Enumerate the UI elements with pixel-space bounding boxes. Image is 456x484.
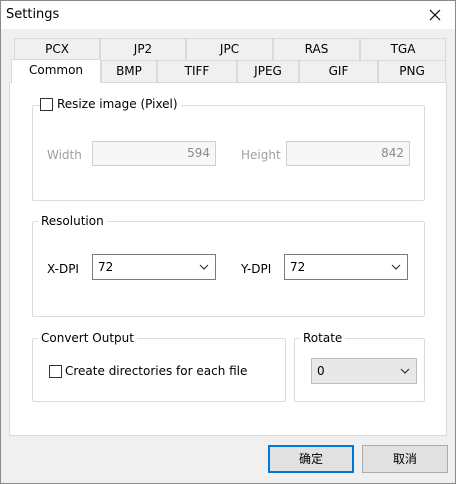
tab-label: PNG <box>399 64 425 78</box>
tab-label: BMP <box>116 64 142 78</box>
cancel-button[interactable]: 取消 <box>362 445 448 473</box>
settings-window: Settings PCX JP2 JPC RAS TGA Common BMP … <box>0 0 456 484</box>
tab-label: JPEG <box>254 64 282 78</box>
ydpi-value: 72 <box>290 260 306 274</box>
width-value: 594 <box>187 146 210 160</box>
create-directories-label: Create directories for each file <box>65 364 248 378</box>
ok-button[interactable]: 确定 <box>268 445 354 473</box>
width-label: Width <box>47 148 82 162</box>
tab-label: RAS <box>304 42 329 56</box>
tab-label: TGA <box>390 42 416 56</box>
tab-panel-common: Resize image (Pixel) Width 594 Height 84… <box>9 82 447 436</box>
tab-label: TIFF <box>184 64 210 78</box>
tab-label: JP2 <box>133 42 153 56</box>
chevron-down-icon <box>400 368 410 374</box>
height-label: Height <box>241 148 281 162</box>
resize-checkbox-label: Resize image (Pixel) <box>54 97 181 111</box>
xdpi-label: X-DPI <box>47 262 79 276</box>
chevron-down-icon <box>199 264 209 270</box>
tab-png[interactable]: PNG <box>378 60 446 82</box>
height-value: 842 <box>381 146 404 160</box>
tab-pcx[interactable]: PCX <box>14 38 100 60</box>
close-button[interactable] <box>415 1 455 29</box>
tab-jp2[interactable]: JP2 <box>100 38 186 60</box>
tab-jpeg[interactable]: JPEG <box>237 60 299 82</box>
tab-tga[interactable]: TGA <box>360 38 446 60</box>
resize-checkbox[interactable] <box>40 98 53 111</box>
rotate-dropdown[interactable]: 0 <box>311 358 417 384</box>
tab-label: GIF <box>328 64 349 78</box>
resolution-group-label: Resolution <box>38 214 107 228</box>
width-field[interactable]: 594 <box>92 141 216 166</box>
xdpi-value: 72 <box>98 260 114 274</box>
rotate-group-label: Rotate <box>300 331 346 345</box>
chevron-down-icon <box>391 264 401 270</box>
cancel-button-label: 取消 <box>392 452 417 466</box>
tab-common[interactable]: Common <box>11 59 101 83</box>
height-field[interactable]: 842 <box>286 141 410 166</box>
ydpi-label: Y-DPI <box>241 262 272 276</box>
xdpi-dropdown[interactable]: 72 <box>92 254 216 280</box>
convert-output-group-label: Convert Output <box>38 331 137 345</box>
tab-tiff[interactable]: TIFF <box>157 60 237 82</box>
ok-button-label: 确定 <box>298 452 323 466</box>
tab-jpc[interactable]: JPC <box>186 38 273 60</box>
tab-label: PCX <box>45 42 69 56</box>
tab-gif[interactable]: GIF <box>299 60 378 82</box>
close-icon <box>429 9 441 21</box>
window-title: Settings <box>6 7 60 22</box>
ydpi-dropdown[interactable]: 72 <box>284 254 408 280</box>
title-bar: Settings <box>1 1 455 29</box>
tab-bmp[interactable]: BMP <box>101 60 157 82</box>
tab-label: JPC <box>219 42 240 56</box>
tab-label: Common <box>28 63 84 77</box>
create-directories-checkbox[interactable] <box>49 365 62 378</box>
rotate-value: 0 <box>317 364 325 378</box>
tab-ras[interactable]: RAS <box>273 38 360 60</box>
